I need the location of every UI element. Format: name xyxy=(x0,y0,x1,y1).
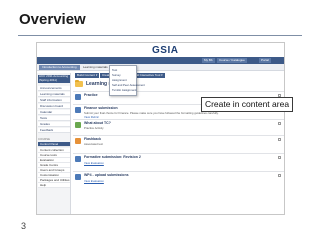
list-item[interactable]: Formative submission: Revision 2 View Ev… xyxy=(73,153,284,166)
item-link[interactable]: View Evaluation xyxy=(84,179,104,183)
list-item[interactable]: WP4 - upload submissions View Evaluation xyxy=(73,171,284,184)
build-content-button[interactable]: Build Content ▾ xyxy=(75,73,100,78)
test-icon xyxy=(75,122,81,128)
sidebar-item-learning-materials[interactable]: Learning materials xyxy=(38,92,70,97)
menu-item-test[interactable]: Test xyxy=(112,68,117,72)
sidebar-item-feedback[interactable]: Feedback xyxy=(38,128,70,133)
item-checkbox[interactable] xyxy=(278,138,281,141)
slide-number: 3 xyxy=(21,221,27,231)
sidebar-item-tests[interactable]: Tests xyxy=(38,116,70,121)
breadcrumb: Introduction to Accounting Learning mate… xyxy=(37,64,284,71)
menu-item-self-peer[interactable]: Self and Peer Assessment xyxy=(112,83,145,87)
list-item[interactable]: Flashback Associated text xyxy=(73,135,284,148)
breadcrumb-text: Learning materials xyxy=(83,65,108,69)
list-item[interactable]: What about TC? Practice Activity xyxy=(73,119,284,132)
item-checkbox[interactable] xyxy=(278,122,281,125)
panel-item-help[interactable]: Help xyxy=(38,183,70,188)
document-icon xyxy=(75,138,81,144)
page-header: Learning materials xyxy=(73,80,284,89)
title-rule xyxy=(18,35,302,36)
item-title[interactable]: What about TC? xyxy=(84,121,111,125)
document-icon xyxy=(75,94,81,100)
nav-tab[interactable]: My Bb xyxy=(202,58,215,63)
item-title[interactable]: Flashback xyxy=(84,137,101,141)
item-description: Submit your final choice for Finance. Pl… xyxy=(84,111,219,115)
slide-title: Overview xyxy=(19,11,86,28)
screenshot-frame: GSIA My Bb Course / Catalogue Portal Int… xyxy=(36,42,285,215)
nav-tab[interactable]: Course / Catalogue xyxy=(217,58,247,63)
sidebar-item-announcements[interactable]: Announcements xyxy=(38,86,70,91)
course-sidebar: ACC 2011 Accounting (Spring 2011) Announ… xyxy=(37,73,71,214)
item-checkbox[interactable] xyxy=(278,156,281,159)
sidebar-item-discussion-board[interactable]: Discussion board xyxy=(38,104,70,109)
menu-item-assignment[interactable]: Assignment xyxy=(112,78,127,82)
sidebar-item-calendar[interactable]: Calendar xyxy=(38,110,70,115)
item-description: Associated text xyxy=(84,142,103,146)
folder-icon xyxy=(75,80,83,87)
assignment-icon xyxy=(75,174,81,180)
item-title[interactable]: Finance submission xyxy=(84,106,118,110)
app-header: GSIA xyxy=(37,43,284,57)
menu-item-turnitin[interactable]: Turnitin Assignment xyxy=(112,88,136,92)
content-area: Build Content ▾ Create Assessment ▾ Add … xyxy=(73,73,284,214)
content-toolbar: Build Content ▾ Create Assessment ▾ Add … xyxy=(73,73,284,79)
item-title[interactable]: Practice xyxy=(84,93,98,97)
sidebar-item-grades[interactable]: Grades xyxy=(38,122,70,127)
top-nav: My Bb Course / Catalogue Portal xyxy=(37,57,284,64)
course-header: ACC 2011 Accounting (Spring 2011) xyxy=(38,75,70,83)
course-button[interactable]: Introduction to Accounting xyxy=(39,65,80,70)
assignment-icon xyxy=(75,107,81,113)
assignment-icon xyxy=(75,156,81,162)
item-description: Practice Activity xyxy=(84,126,104,130)
control-panel-header[interactable]: Control Panel xyxy=(38,142,70,147)
logo: GSIA xyxy=(152,45,179,56)
menu-item-survey[interactable]: Survey xyxy=(112,73,121,77)
sidebar-item-staff-information[interactable]: Staff information xyxy=(38,98,70,103)
nav-tab[interactable]: Portal xyxy=(259,58,271,63)
item-title[interactable]: Formative submission: Revision 2 xyxy=(84,155,141,159)
callout-box: Create in content area xyxy=(201,97,293,112)
item-checkbox[interactable] xyxy=(278,174,281,177)
create-assessment-menu: Test Survey Assignment Self and Peer Ass… xyxy=(109,65,145,96)
item-title[interactable]: WP4 - upload submissions xyxy=(84,173,129,177)
item-link[interactable]: View Evaluation xyxy=(84,161,104,165)
